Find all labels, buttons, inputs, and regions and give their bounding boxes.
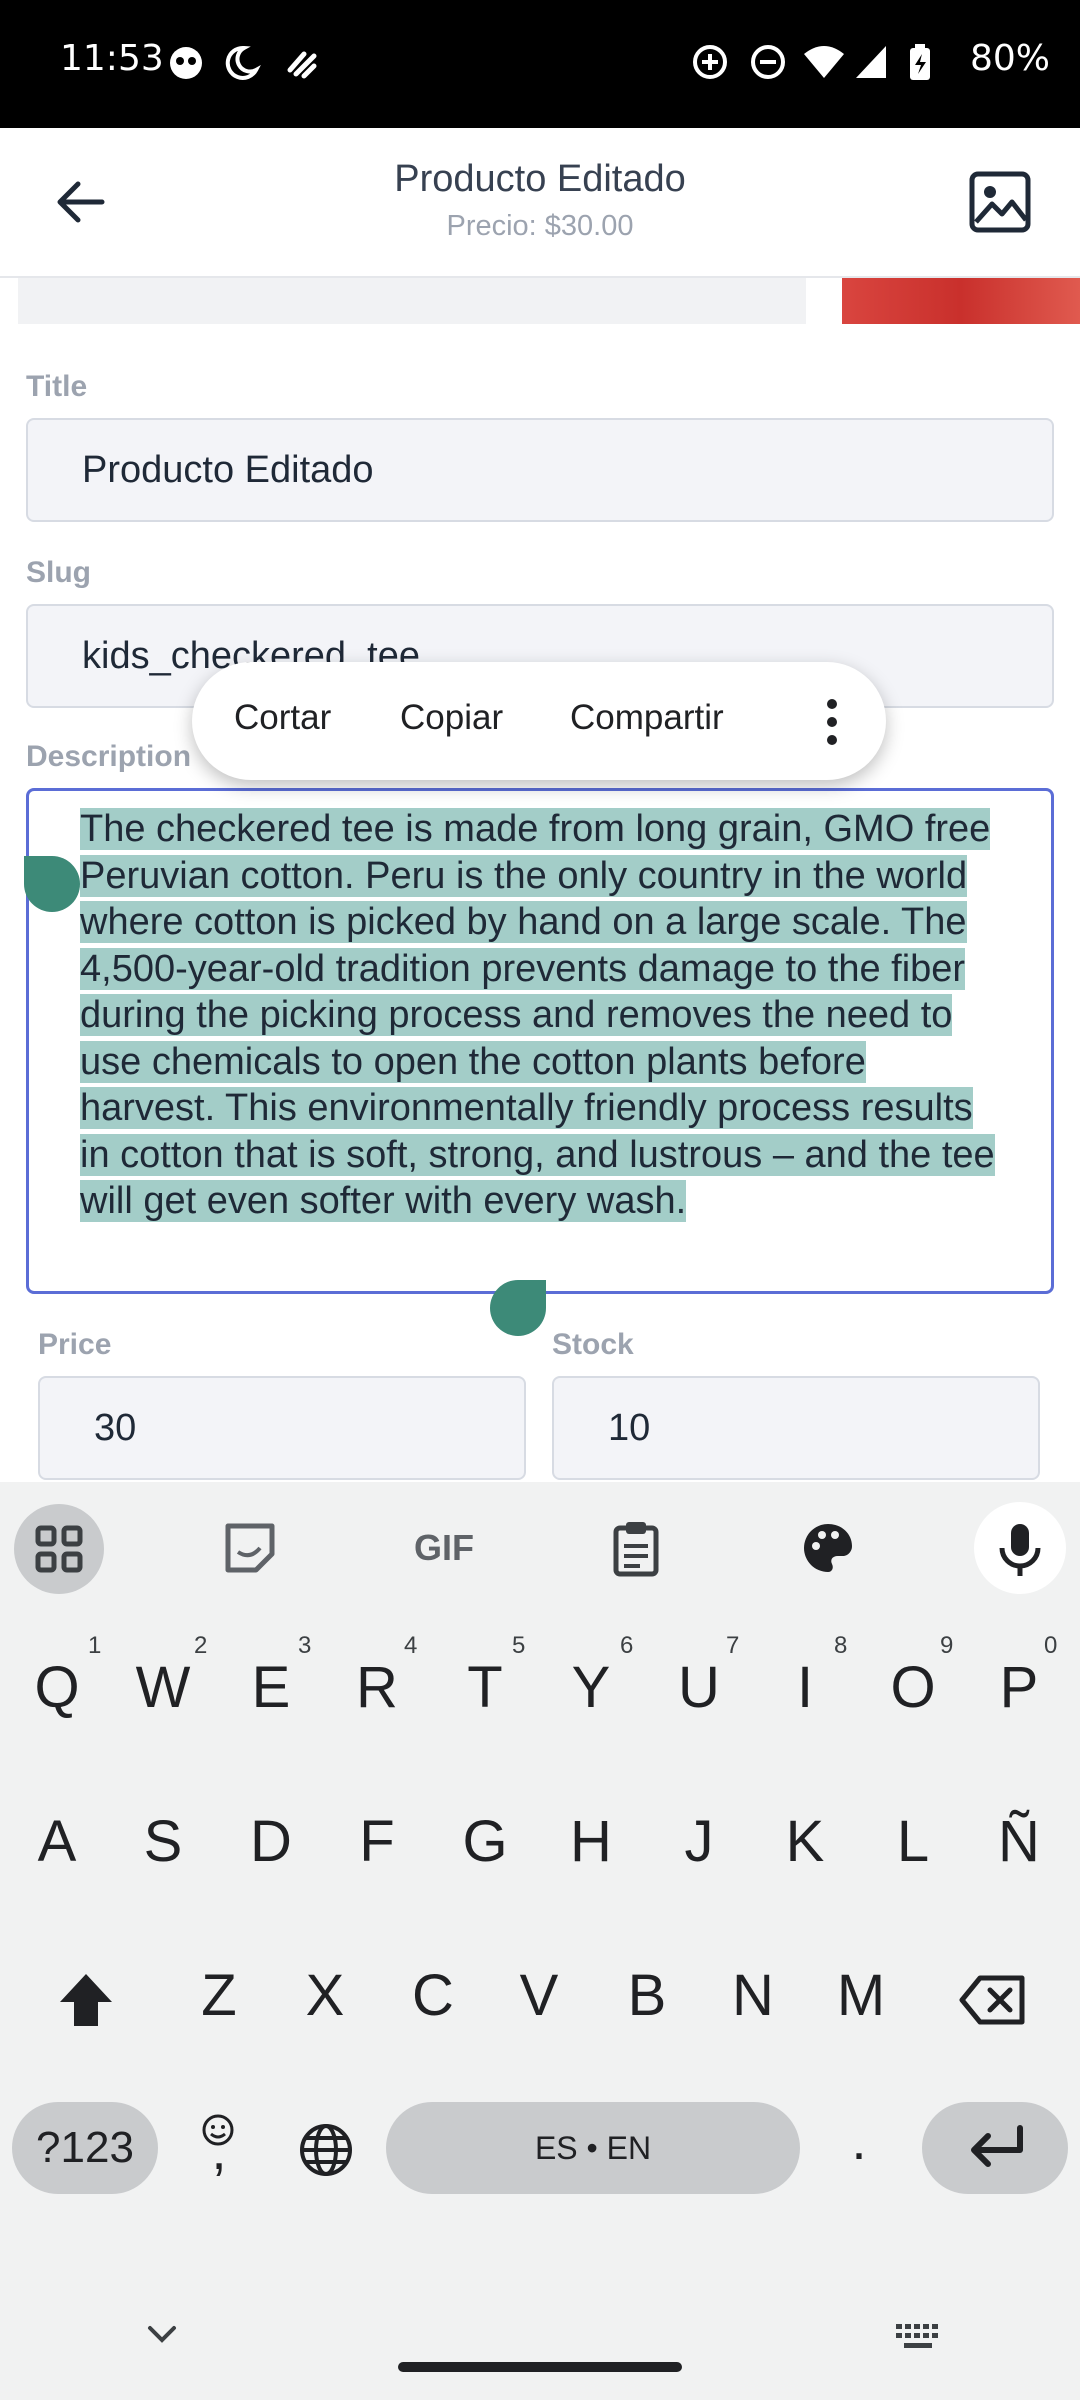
wifi-icon [802, 42, 844, 82]
selection-start-handle[interactable] [24, 856, 80, 912]
key-j[interactable]: J [654, 1808, 744, 1875]
period-key[interactable]: . [814, 2110, 904, 2172]
palette-icon[interactable] [792, 1512, 864, 1584]
sticker-icon[interactable] [214, 1512, 286, 1584]
key-x[interactable]: X [280, 1962, 370, 2029]
key-s[interactable]: S [118, 1808, 208, 1875]
key-hint-9: 9 [940, 1632, 954, 1659]
key-d[interactable]: D [226, 1808, 316, 1875]
key-z[interactable]: Z [174, 1962, 264, 2029]
notification-app-icon [166, 42, 206, 82]
data-saver-icon [690, 42, 730, 82]
description-label: Description [26, 740, 192, 773]
copy-button[interactable]: Copiar [400, 698, 503, 738]
backspace-icon[interactable] [958, 1970, 1030, 2030]
stock-input[interactable]: 10 [552, 1376, 1040, 1480]
notification-squiggle-icon [282, 42, 322, 82]
price-input[interactable]: 30 [38, 1376, 526, 1480]
grid-apps-icon [32, 1522, 86, 1576]
key-hint-0: 0 [1044, 1632, 1058, 1659]
key-hint-6: 6 [620, 1632, 634, 1659]
comma-key[interactable]: , [174, 2120, 264, 2182]
key-hint-1: 1 [88, 1632, 102, 1659]
status-time: 11:53 [60, 38, 164, 79]
globe-icon[interactable] [296, 2120, 356, 2180]
cut-button[interactable]: Cortar [234, 698, 331, 738]
key-y[interactable]: Y [546, 1654, 636, 1721]
key-a[interactable]: A [12, 1808, 102, 1875]
symbols-key[interactable]: ?123 [12, 2102, 158, 2194]
battery-percent: 80% [970, 38, 1051, 79]
key-w[interactable]: W [118, 1654, 208, 1721]
mic-icon [994, 1520, 1046, 1578]
key-m[interactable]: M [816, 1962, 906, 2029]
product-image-thumbnail[interactable] [842, 278, 1080, 324]
selected-text: The checkered tee is made from long grai… [80, 808, 995, 1222]
chevron-down-icon[interactable] [142, 2320, 182, 2350]
key-e[interactable]: E [226, 1654, 316, 1721]
cell-signal-icon [852, 42, 892, 82]
clipboard-icon[interactable] [600, 1512, 672, 1584]
key-n[interactable]: N [708, 1962, 798, 2029]
more-options-icon[interactable] [822, 694, 842, 750]
gif-button[interactable]: GIF [404, 1512, 484, 1584]
page-title: Producto Editado [394, 158, 686, 200]
key-k[interactable]: K [760, 1808, 850, 1875]
image-thumbnail-placeholder [18, 278, 806, 324]
price-subtitle: Precio: $30.00 [446, 210, 634, 242]
enter-icon [964, 2122, 1028, 2174]
title-label: Title [26, 370, 88, 403]
moon-stars-icon [222, 42, 262, 82]
key-enye[interactable]: Ñ [974, 1808, 1064, 1875]
key-hint-5: 5 [512, 1632, 526, 1659]
key-u[interactable]: U [654, 1654, 744, 1721]
key-hint-3: 3 [298, 1632, 312, 1659]
soft-keyboard [0, 1482, 1080, 2400]
status-bar: 11:53 80% [0, 0, 1080, 128]
do-not-disturb-icon [748, 42, 788, 82]
key-v[interactable]: V [494, 1962, 584, 2029]
key-o[interactable]: O [868, 1654, 958, 1721]
key-q[interactable]: Q [12, 1654, 102, 1721]
key-g[interactable]: G [440, 1808, 530, 1875]
key-f[interactable]: F [332, 1808, 422, 1875]
battery-charging-icon [900, 42, 940, 82]
key-hint-8: 8 [834, 1632, 848, 1659]
slug-label: Slug [26, 556, 91, 589]
key-hint-2: 2 [194, 1632, 208, 1659]
key-t[interactable]: T [440, 1654, 530, 1721]
description-text[interactable]: The checkered tee is made from long grai… [80, 806, 1010, 1225]
stock-label: Stock [552, 1328, 634, 1361]
app-header: Producto Editado Precio: $30.00 [0, 128, 1080, 278]
price-label: Price [38, 1328, 112, 1361]
image-icon[interactable] [966, 168, 1034, 236]
share-button[interactable]: Compartir [570, 698, 724, 738]
space-bar[interactable]: ES • EN [386, 2102, 800, 2194]
key-hint-7: 7 [726, 1632, 740, 1659]
title-input[interactable]: Producto Editado [26, 418, 1054, 522]
shift-icon[interactable] [54, 1968, 118, 2032]
key-hint-4: 4 [404, 1632, 418, 1659]
keyboard-icon[interactable] [894, 2322, 942, 2352]
key-h[interactable]: H [546, 1808, 636, 1875]
key-l[interactable]: L [868, 1808, 958, 1875]
key-c[interactable]: C [388, 1962, 478, 2029]
text-selection-toolbar: Cortar Copiar Compartir [192, 662, 886, 780]
selection-end-handle[interactable] [490, 1280, 546, 1336]
key-p[interactable]: P [974, 1654, 1064, 1721]
key-b[interactable]: B [602, 1962, 692, 2029]
key-r[interactable]: R [332, 1654, 422, 1721]
key-i[interactable]: I [760, 1654, 850, 1721]
home-indicator[interactable] [398, 2362, 682, 2372]
